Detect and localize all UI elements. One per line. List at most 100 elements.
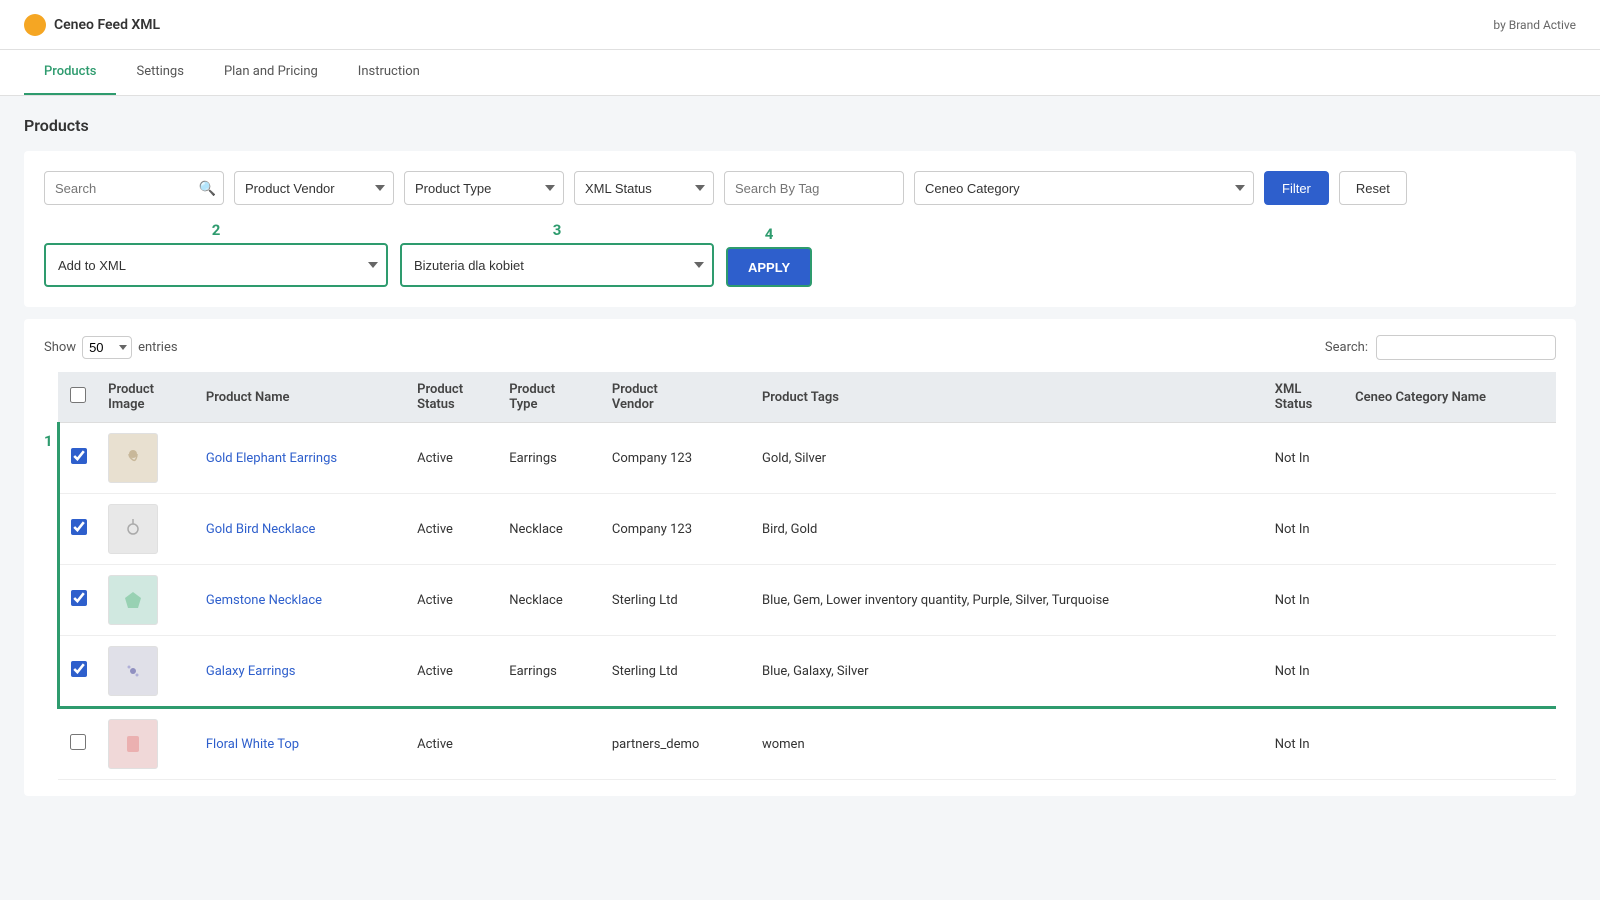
- reset-button[interactable]: Reset: [1339, 171, 1407, 205]
- step2-group: 2 Add to XML Remove from XML: [44, 221, 388, 287]
- tab-plan-pricing[interactable]: Plan and Pricing: [204, 50, 338, 95]
- table-row: Gold Bird Necklace Active Necklace Compa…: [58, 494, 1556, 565]
- row-checkbox[interactable]: [71, 448, 87, 464]
- action-select[interactable]: Add to XML Remove from XML: [46, 245, 386, 285]
- row-image-cell: [98, 423, 196, 494]
- product-name-link[interactable]: Galaxy Earrings: [206, 664, 296, 679]
- col-ceneo: Ceneo Category Name: [1345, 372, 1556, 423]
- table-search-row: Search:: [1325, 335, 1556, 360]
- table-search-input[interactable]: [1376, 335, 1556, 360]
- col-image: ProductImage: [98, 372, 196, 423]
- step3-label: 3: [553, 221, 562, 239]
- filter-section: 🔍 Product Vendor Product Type XML Status…: [24, 151, 1576, 307]
- row-ceneo-cell: [1345, 708, 1556, 780]
- product-vendor-select[interactable]: Product Vendor: [234, 171, 394, 205]
- row-type-cell: Necklace: [499, 494, 602, 565]
- table-row: Galaxy Earrings Active Earrings Sterling…: [58, 636, 1556, 708]
- show-label: Show: [44, 340, 76, 355]
- search-icon-btn[interactable]: 🔍: [199, 180, 216, 197]
- table-body: Gold Elephant Earrings Active Earrings C…: [58, 423, 1556, 780]
- row-xml-status-cell: Not In: [1265, 565, 1345, 636]
- row-checkbox[interactable]: [71, 590, 87, 606]
- table-row: Floral White Top Active partners_demo wo…: [58, 708, 1556, 780]
- row-tags-cell: Bird, Gold: [752, 494, 1265, 565]
- filter-button[interactable]: Filter: [1264, 171, 1329, 205]
- xml-status-select[interactable]: XML Status: [574, 171, 714, 205]
- product-image: [108, 646, 158, 696]
- product-image: [108, 575, 158, 625]
- col-status: ProductStatus: [407, 372, 499, 423]
- table-row: Gemstone Necklace Active Necklace Sterli…: [58, 565, 1556, 636]
- row-type-cell: Earrings: [499, 636, 602, 708]
- action-row: 2 Add to XML Remove from XML 3 Bizuteria…: [44, 221, 1556, 287]
- row-status-cell: Active: [407, 708, 499, 780]
- search-by-tag-input[interactable]: [724, 171, 904, 205]
- row-xml-status-cell: Not In: [1265, 636, 1345, 708]
- row-image-cell: [98, 708, 196, 780]
- tab-products[interactable]: Products: [24, 50, 116, 95]
- row-checkbox[interactable]: [70, 734, 86, 750]
- tab-settings[interactable]: Settings: [116, 50, 203, 95]
- search-input[interactable]: [44, 171, 224, 205]
- col-xml-status: XMLStatus: [1265, 372, 1345, 423]
- row-tags-cell: women: [752, 708, 1265, 780]
- row-ceneo-cell: [1345, 636, 1556, 708]
- row-tags-cell: Gold, Silver: [752, 423, 1265, 494]
- app-byline: by Brand Active: [1493, 18, 1576, 32]
- product-name-link[interactable]: Gold Elephant Earrings: [206, 451, 337, 466]
- row-image-cell: [98, 565, 196, 636]
- step4-group: 4 APPLY: [726, 225, 812, 287]
- tab-instruction[interactable]: Instruction: [338, 50, 440, 95]
- row-checkbox-cell: [58, 494, 98, 565]
- row-xml-status-cell: Not In: [1265, 494, 1345, 565]
- row-vendor-cell: Company 123: [602, 494, 752, 565]
- step2-label: 2: [212, 221, 221, 239]
- apply-button[interactable]: APPLY: [726, 247, 812, 287]
- row-xml-status-cell: Not In: [1265, 708, 1345, 780]
- product-type-select[interactable]: Product Type: [404, 171, 564, 205]
- row-vendor-cell: Sterling Ltd: [602, 636, 752, 708]
- entries-select[interactable]: 50 25 10 100: [82, 336, 132, 359]
- table-row: Gold Elephant Earrings Active Earrings C…: [58, 423, 1556, 494]
- row-vendor-cell: Company 123: [602, 423, 752, 494]
- row-ceneo-cell: [1345, 423, 1556, 494]
- row-checkbox[interactable]: [71, 661, 87, 677]
- product-name-link[interactable]: Gemstone Necklace: [206, 593, 322, 608]
- row-xml-status-cell: Not In: [1265, 423, 1345, 494]
- step3-group: 3 Bizuteria dla kobiet Bizuteria dla męż…: [400, 221, 714, 287]
- row-checkbox-cell: [58, 423, 98, 494]
- row-checkbox[interactable]: [71, 519, 87, 535]
- logo-icon: [24, 14, 46, 36]
- row-checkbox-cell: [58, 636, 98, 708]
- product-image: [108, 433, 158, 483]
- select-all-checkbox[interactable]: [70, 387, 86, 403]
- entries-label: entries: [138, 340, 178, 355]
- category-select-wrap: Bizuteria dla kobiet Bizuteria dla mężcz…: [400, 243, 714, 287]
- page-title: Products: [24, 116, 1576, 135]
- row-type-cell: [499, 708, 602, 780]
- page-content: Products 🔍 Product Vendor Product Type X…: [0, 96, 1600, 816]
- ceneo-category-select[interactable]: Ceneo Category: [914, 171, 1254, 205]
- product-name-link[interactable]: Gold Bird Necklace: [206, 522, 316, 537]
- category-select[interactable]: Bizuteria dla kobiet Bizuteria dla mężcz…: [402, 245, 712, 285]
- row-status-cell: Active: [407, 494, 499, 565]
- search-wrap: 🔍: [44, 171, 224, 205]
- col-name: Product Name: [196, 372, 407, 423]
- row-tags-cell: Blue, Gem, Lower inventory quantity, Pur…: [752, 565, 1265, 636]
- step1-label: 1: [44, 432, 53, 450]
- row-tags-cell: Blue, Galaxy, Silver: [752, 636, 1265, 708]
- row-type-cell: Necklace: [499, 565, 602, 636]
- col-type: ProductType: [499, 372, 602, 423]
- step4-label: 4: [765, 225, 774, 243]
- product-image: [108, 719, 158, 769]
- product-name-link[interactable]: Floral White Top: [206, 737, 299, 752]
- col-tags: Product Tags: [752, 372, 1265, 423]
- row-status-cell: Active: [407, 565, 499, 636]
- row-ceneo-cell: [1345, 494, 1556, 565]
- row-status-cell: Active: [407, 423, 499, 494]
- col-vendor: ProductVendor: [602, 372, 752, 423]
- top-bar: Ceneo Feed XML by Brand Active: [0, 0, 1600, 50]
- row-image-cell: [98, 636, 196, 708]
- app-logo: Ceneo Feed XML: [24, 14, 160, 36]
- row-checkbox-cell: [58, 565, 98, 636]
